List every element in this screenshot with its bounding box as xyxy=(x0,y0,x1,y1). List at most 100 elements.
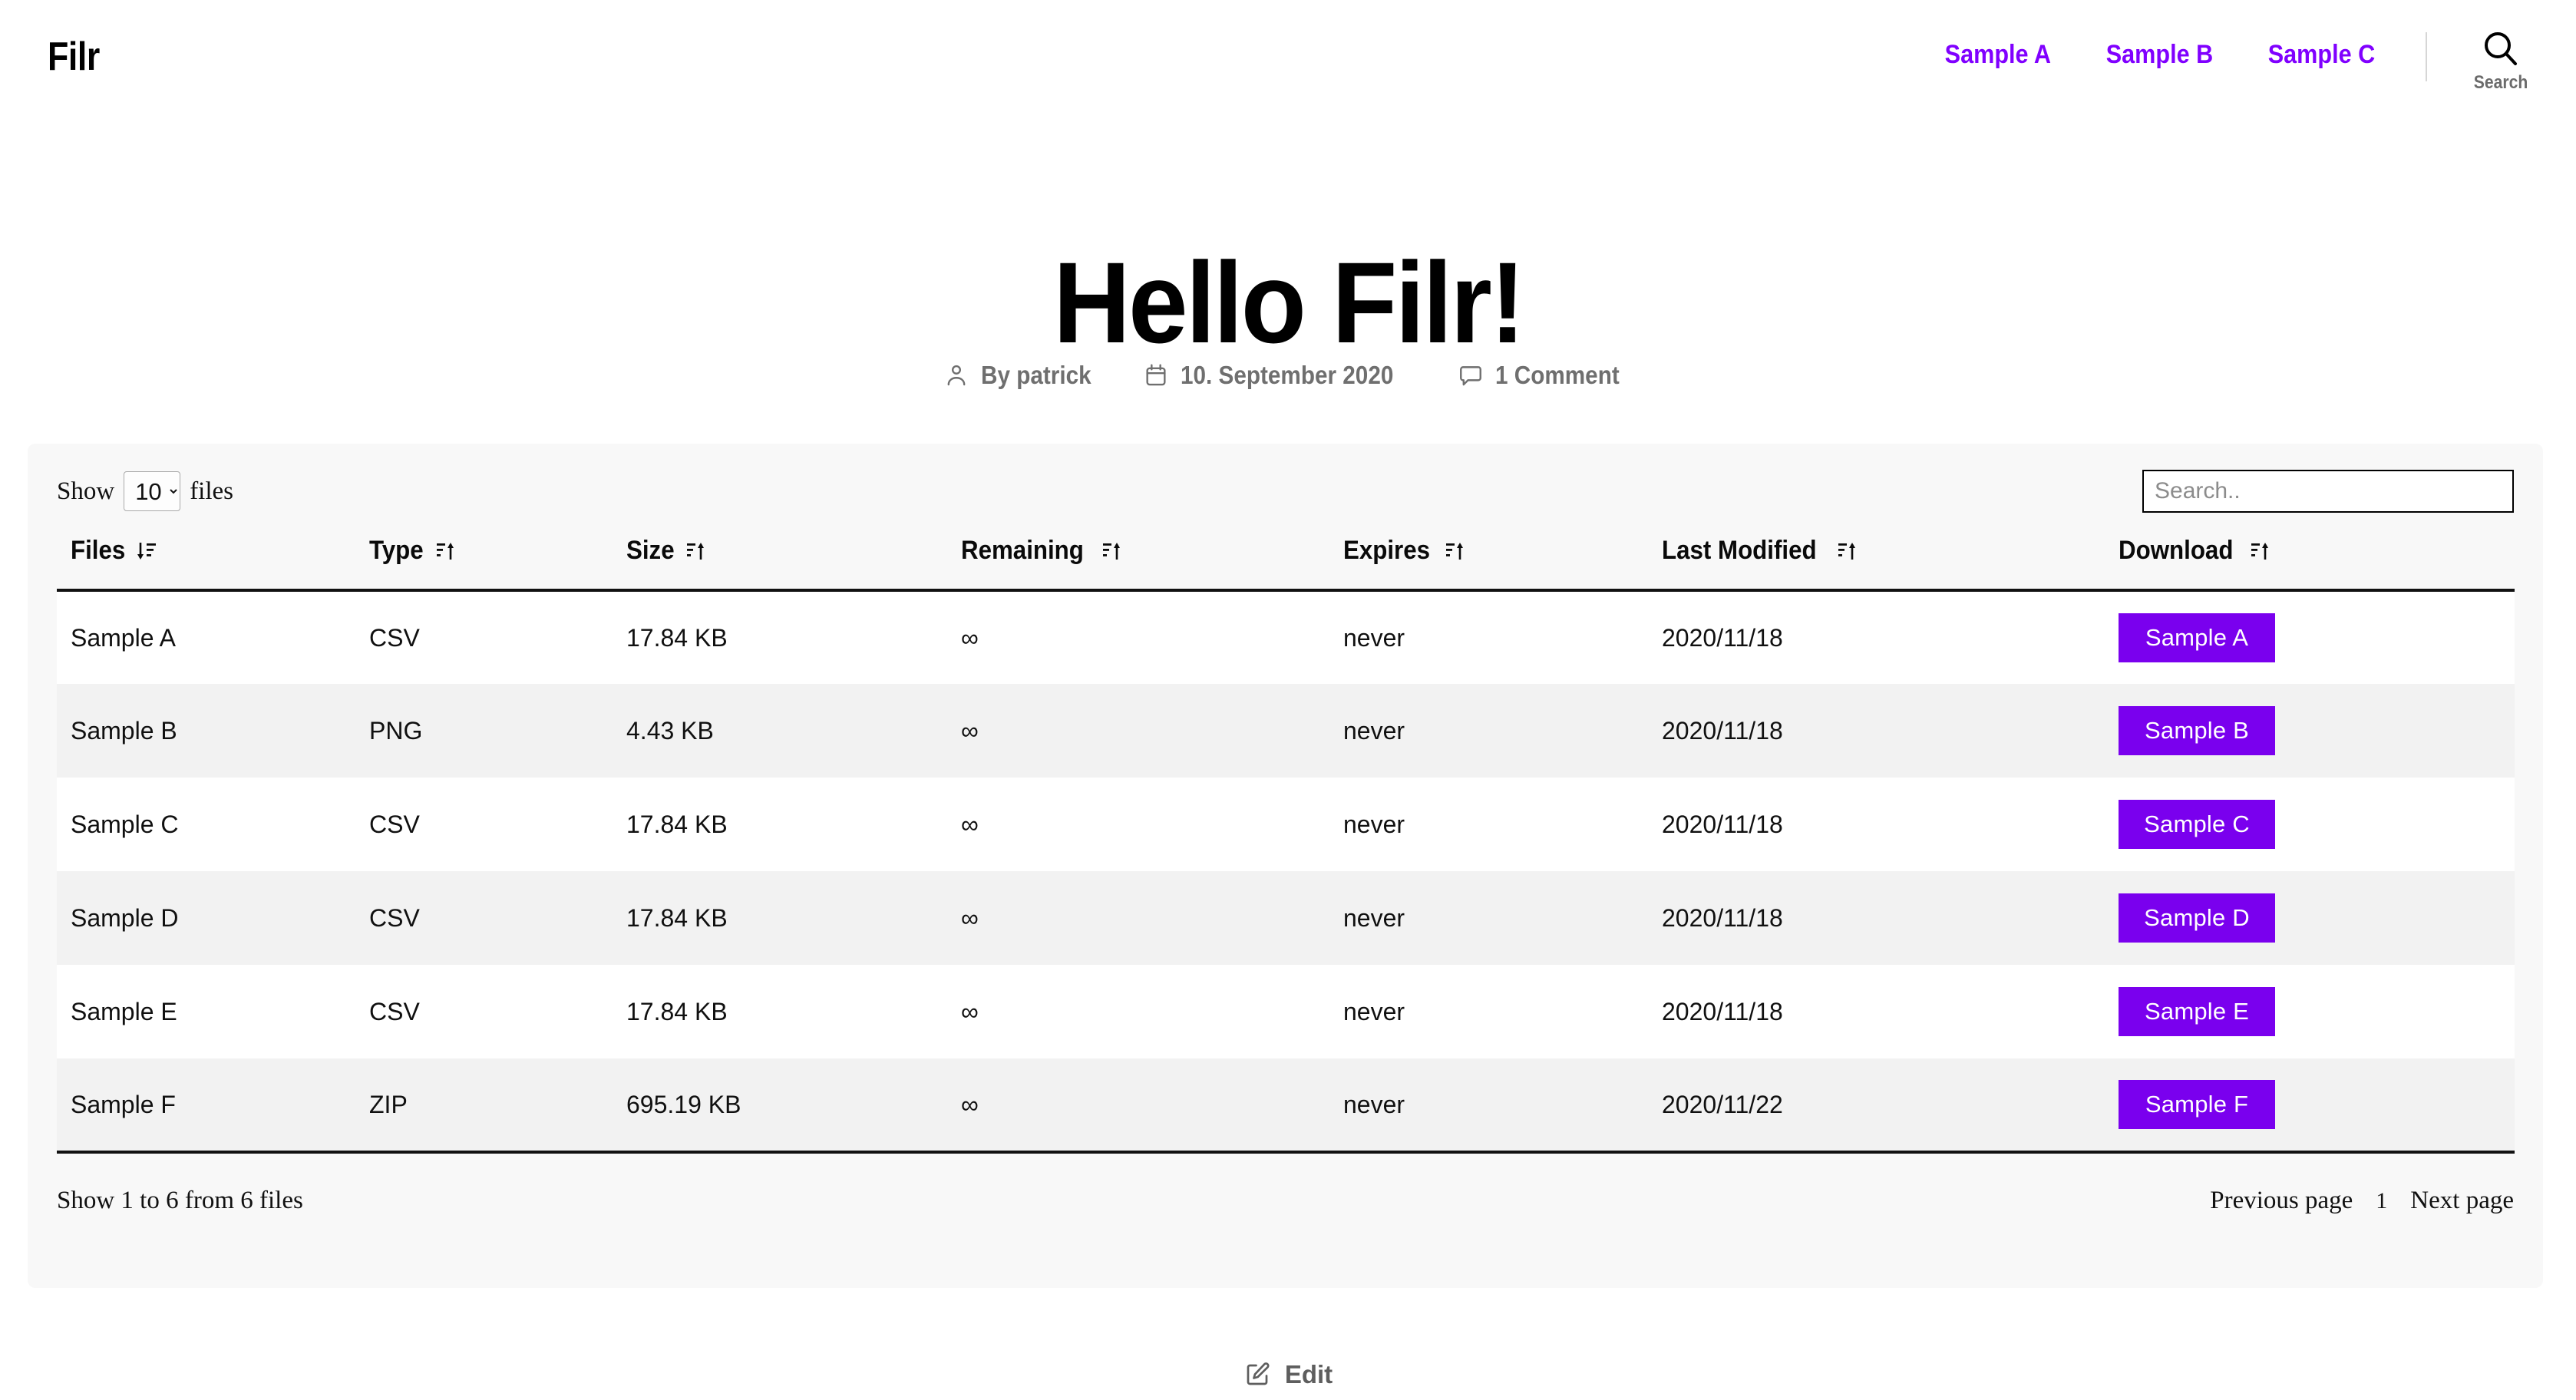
post-meta: By patrick 10. September 2020 1 Comment xyxy=(0,361,2576,390)
column-header-remaining[interactable]: Remaining xyxy=(961,536,1343,592)
column-header-download[interactable]: Download xyxy=(2119,536,2515,592)
cell-size: 17.84 KB xyxy=(626,903,728,932)
cell-type: CSV xyxy=(369,623,420,652)
nav-divider xyxy=(2425,32,2427,81)
meta-date-text: 10. September 2020 xyxy=(1181,361,1394,389)
cell-file-name: Sample A xyxy=(71,623,176,652)
cell-file-name: Sample B xyxy=(71,716,177,745)
site-header: Filr Sample A Sample B Sample C Search xyxy=(0,0,2576,130)
cell-expires: never xyxy=(1343,623,1405,652)
page-length-control: Show 10 25 50 100 files xyxy=(57,471,233,511)
column-header-type[interactable]: Type xyxy=(369,536,626,592)
table-row: Sample E CSV 17.84 KB ∞ never 2020/11/18… xyxy=(57,965,2515,1058)
table-info-text: Show 1 to 6 from 6 files xyxy=(57,1187,303,1214)
meta-author-text: By patrick xyxy=(980,361,1091,389)
download-button[interactable]: Sample B xyxy=(2119,706,2275,755)
search-icon xyxy=(2481,29,2521,69)
column-header-last-modified[interactable]: Last Modified xyxy=(1662,536,2119,592)
column-header-size[interactable]: Size xyxy=(626,536,961,592)
table-search-input[interactable] xyxy=(2142,470,2514,513)
cell-remaining: ∞ xyxy=(961,1058,1343,1154)
cell-remaining: ∞ xyxy=(961,810,979,838)
person-icon xyxy=(943,362,969,388)
download-button[interactable]: Sample F xyxy=(2119,1080,2275,1129)
cell-download: Sample C xyxy=(2119,778,2515,871)
page-length-select[interactable]: 10 25 50 100 xyxy=(124,471,181,511)
column-header-remaining-label: Remaining xyxy=(961,536,1084,565)
meta-comments-text: 1 Comment xyxy=(1494,361,1620,389)
files-table-body: Sample A CSV 17.84 KB ∞ never 2020/11/18… xyxy=(57,590,2515,1154)
download-button[interactable]: Sample A xyxy=(2119,613,2275,662)
nav-link-sample-a[interactable]: Sample A xyxy=(1945,40,2051,70)
table-row: Sample B PNG 4.43 KB ∞ never 2020/11/18 … xyxy=(57,684,2515,778)
column-header-expires-label: Expires xyxy=(1343,536,1431,565)
cell-file-name: Sample C xyxy=(71,810,179,838)
column-header-size-label: Size xyxy=(626,536,675,565)
cell-type: CSV xyxy=(369,903,420,932)
cell-size: 17.84 KB xyxy=(626,810,728,838)
search-toggle-button[interactable]: Search xyxy=(2470,29,2531,94)
next-page-button[interactable]: Next page xyxy=(2410,1187,2514,1215)
cell-download: Sample B xyxy=(2119,684,2515,778)
comment-icon xyxy=(1458,362,1484,388)
cell-last-modified: 2020/11/22 xyxy=(1662,1058,2119,1154)
cell-remaining: ∞ xyxy=(961,903,979,932)
nav-link-sample-c[interactable]: Sample C xyxy=(2268,40,2375,70)
edit-post-link[interactable]: Edit xyxy=(0,1360,2576,1389)
files-table-header-row: Files Type Size Remaining Expires Last M… xyxy=(57,536,2515,592)
page-title: Hello Filr! xyxy=(0,245,2576,360)
edit-pencil-icon xyxy=(1243,1361,1271,1388)
cell-file-name: Sample F xyxy=(57,1058,369,1154)
current-page-number[interactable]: 1 xyxy=(2376,1188,2387,1214)
search-toggle-label: Search xyxy=(2473,72,2528,93)
cell-size: 17.84 KB xyxy=(626,623,728,652)
header-right-group: Sample A Sample B Sample C Search xyxy=(1939,32,2531,94)
previous-page-button[interactable]: Previous page xyxy=(2210,1187,2353,1215)
table-row: Sample F ZIP 695.19 KB ∞ never 2020/11/2… xyxy=(57,1058,2515,1154)
cell-download: Sample A xyxy=(2119,590,2515,684)
column-header-expires[interactable]: Expires xyxy=(1343,536,1662,592)
cell-remaining: ∞ xyxy=(961,623,979,652)
cell-download: Sample F xyxy=(2119,1058,2515,1154)
cell-last-modified: 2020/11/18 xyxy=(1662,997,1783,1025)
page-root: Filr Sample A Sample B Sample C Search H… xyxy=(0,0,2576,1400)
primary-nav: Sample A Sample B Sample C xyxy=(1939,37,2381,72)
sort-ascending-icon xyxy=(435,540,455,562)
files-table: Files Type Size Remaining Expires Last M… xyxy=(57,536,2515,1154)
download-button[interactable]: Sample C xyxy=(2119,800,2275,849)
column-header-last-modified-label: Last Modified xyxy=(1662,536,1817,565)
sort-ascending-icon xyxy=(1837,540,1857,562)
download-button[interactable]: Sample E xyxy=(2119,987,2275,1036)
cell-last-modified: 2020/11/18 xyxy=(1662,623,1783,652)
cell-size: 695.19 KB xyxy=(626,1058,961,1154)
nav-link-sample-b[interactable]: Sample B xyxy=(2106,40,2213,70)
cell-file-name: Sample D xyxy=(71,903,179,932)
download-button[interactable]: Sample D xyxy=(2119,893,2275,943)
calendar-icon xyxy=(1143,362,1169,388)
column-header-download-label: Download xyxy=(2119,536,2234,565)
cell-remaining: ∞ xyxy=(961,716,979,745)
table-toolbar: Show 10 25 50 100 files xyxy=(28,461,2543,522)
files-table-panel: Show 10 25 50 100 files xyxy=(28,444,2543,1288)
edit-post-label: Edit xyxy=(1284,1360,1333,1388)
column-header-files[interactable]: Files xyxy=(57,536,369,592)
cell-expires: never xyxy=(1343,810,1405,838)
sort-ascending-icon xyxy=(2250,540,2270,562)
cell-size: 4.43 KB xyxy=(626,716,714,745)
cell-last-modified: 2020/11/18 xyxy=(1662,716,1783,745)
sort-ascending-icon xyxy=(685,540,705,562)
files-table-head: Files Type Size Remaining Expires Last M… xyxy=(57,536,2515,592)
cell-expires: never xyxy=(1343,1058,1662,1154)
cell-file-name: Sample E xyxy=(71,997,177,1025)
table-row: Sample A CSV 17.84 KB ∞ never 2020/11/18… xyxy=(57,590,2515,684)
table-row: Sample C CSV 17.84 KB ∞ never 2020/11/18… xyxy=(57,778,2515,871)
page-length-suffix-label: files xyxy=(190,477,234,505)
table-row: Sample D CSV 17.84 KB ∞ never 2020/11/18… xyxy=(57,871,2515,965)
table-pagination: Previous page 1 Next page xyxy=(2210,1187,2514,1215)
column-header-files-label: Files xyxy=(71,536,126,565)
cell-expires: never xyxy=(1343,997,1405,1025)
cell-download: Sample D xyxy=(2119,871,2515,965)
cell-type: ZIP xyxy=(369,1058,626,1154)
cell-size: 17.84 KB xyxy=(626,997,728,1025)
site-logo[interactable]: Filr xyxy=(48,37,100,77)
